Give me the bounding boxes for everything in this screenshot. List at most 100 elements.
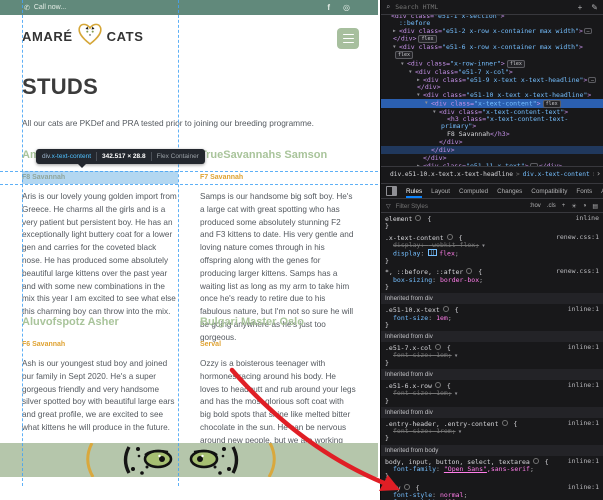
selector-highlighter-icon[interactable] xyxy=(404,484,410,490)
search-html-input[interactable] xyxy=(393,2,568,12)
filter-icon: ▽ xyxy=(386,203,391,210)
flex-badge[interactable]: flex xyxy=(395,51,413,59)
open-brace: { xyxy=(423,215,431,223)
flex-badge[interactable]: flex xyxy=(543,100,561,108)
css-property[interactable]: display: -webkit-flex;▼ xyxy=(381,242,603,249)
overridden-filter-icon[interactable]: ▼ xyxy=(455,392,458,397)
tab-changes[interactable]: Changes xyxy=(497,184,522,198)
selector-highlighter-icon[interactable] xyxy=(435,382,441,388)
print-sim-icon[interactable]: ▤ xyxy=(592,203,598,210)
plus-icon[interactable]: + xyxy=(578,3,583,12)
markup-row[interactable]: ▼<div class="e51-6 x-row x-container max… xyxy=(381,44,603,60)
markup-token: </h3> xyxy=(490,130,510,138)
browser-viewport: ✆ Call now... f ◎ AMARÉ CATS xyxy=(0,0,378,500)
tab-fonts[interactable]: Fonts xyxy=(576,184,592,198)
rule-source-link[interactable]: inline xyxy=(576,215,599,222)
flex-badge[interactable]: flex xyxy=(507,60,525,68)
markup-token: > xyxy=(583,76,587,84)
light-scheme-icon[interactable]: ☀ xyxy=(571,203,576,210)
instagram-icon[interactable]: ◎ xyxy=(343,3,350,12)
add-rule-button[interactable]: + xyxy=(562,203,566,209)
markup-row[interactable]: ▶<div class="e51-2 x-row x-container max… xyxy=(381,28,603,44)
css-rule: inline:1.e51-10.x-text {font-size: 1em;} xyxy=(381,305,603,330)
selector-highlighter-icon[interactable] xyxy=(533,458,539,464)
markup-token: </div> xyxy=(393,35,416,43)
open-brace: { xyxy=(451,306,459,314)
overridden-filter-icon[interactable]: ▼ xyxy=(482,244,485,249)
property-semicolon: ; xyxy=(448,314,452,322)
css-property[interactable]: font-size: 1em;▼ xyxy=(381,352,603,359)
css-property[interactable]: font-size: 1em; xyxy=(381,315,603,322)
markup-row[interactable]: </div> xyxy=(381,146,603,154)
inspector-infobar: div.x-text-content 342.517 × 28.8 Flex C… xyxy=(36,149,205,164)
breadcrumb-scroll-right-icon[interactable]: › xyxy=(594,168,603,179)
css-property[interactable]: font-size: 1rem;▼ xyxy=(381,428,603,435)
markup-row[interactable]: F8 Savannah</h3> xyxy=(381,131,603,139)
tab-layout[interactable]: Layout xyxy=(431,184,450,198)
markup-token: </div> xyxy=(431,146,454,154)
facebook-icon[interactable]: f xyxy=(327,3,330,12)
logo-text-left: AMARÉ xyxy=(22,29,73,44)
flex-toggle-icon[interactable] xyxy=(428,249,437,256)
selector-highlighter-icon[interactable] xyxy=(435,344,441,350)
selector-highlighter-icon[interactable] xyxy=(466,268,472,274)
markup-token: > xyxy=(579,43,583,51)
css-property[interactable]: font-family: "Open Sans",sans-serif; xyxy=(381,466,603,473)
selector-highlighter-icon[interactable] xyxy=(502,420,508,426)
collapsed-ellipsis[interactable]: … xyxy=(588,77,596,83)
hamburger-menu-button[interactable] xyxy=(337,28,359,49)
site-logo[interactable]: AMARÉ CATS xyxy=(22,22,144,51)
css-property[interactable]: display: flex; xyxy=(381,249,603,258)
selector-highlighter-icon[interactable] xyxy=(415,215,421,221)
markup-token: "e51-1 x-section" xyxy=(434,15,501,20)
markup-row[interactable]: </div> xyxy=(381,139,603,147)
rule-source-link[interactable]: inline:1 xyxy=(568,382,599,389)
rule-source-link[interactable]: renew.css:1 xyxy=(556,234,599,241)
tab-computed[interactable]: Computed xyxy=(459,184,488,198)
filter-styles-input[interactable] xyxy=(394,202,527,211)
rule-source-link[interactable]: inline:1 xyxy=(568,344,599,351)
flex-badge[interactable]: flex xyxy=(418,35,436,43)
breadcrumb-item[interactable]: div.x-text-content xyxy=(523,171,590,178)
css-property[interactable]: font-size: 1em;▼ xyxy=(381,390,603,397)
markup-token: <div class= xyxy=(439,108,482,116)
markup-row[interactable]: <h3 class="x-text-content-text-primary"> xyxy=(381,116,603,131)
rule-source-link[interactable]: inline:1 xyxy=(568,484,599,491)
markup-token: "e51-6 x-row x-container max width" xyxy=(442,43,579,51)
markup-row[interactable]: ▼<div class="e51-10 x-text x-text-headli… xyxy=(381,91,603,99)
property-colon: : xyxy=(420,250,428,258)
overlay-guide-horizontal-top xyxy=(0,171,378,172)
call-now-link[interactable]: ✆ Call now... xyxy=(24,4,66,12)
selector-highlighter-icon[interactable] xyxy=(447,234,453,240)
overridden-filter-icon[interactable]: ▼ xyxy=(459,430,462,435)
property-value: 1rem xyxy=(436,427,452,435)
markup-token: "e51-9 x-text x-text-headline" xyxy=(466,76,583,84)
markup-token: > xyxy=(501,60,505,68)
rule-source-link[interactable]: inline:1 xyxy=(568,458,599,465)
rule-source-link[interactable]: inline:1 xyxy=(568,306,599,313)
breadcrumb-item[interactable]: div.e51-10.x-text.x-text-headline xyxy=(390,171,513,178)
overridden-filter-icon[interactable]: ▼ xyxy=(455,354,458,359)
close-brace: } xyxy=(381,360,603,368)
property-semicolon: ; xyxy=(448,351,452,359)
class-toggle[interactable]: .cls xyxy=(547,203,556,209)
collapsed-ellipsis[interactable]: … xyxy=(584,28,592,34)
selector-highlighter-icon[interactable] xyxy=(443,306,449,312)
css-property[interactable]: box-sizing: border-box; xyxy=(381,277,603,284)
rule-selector-row[interactable]: inline element { xyxy=(381,214,603,223)
tab-rules[interactable]: Rules xyxy=(406,184,422,198)
rule-selector: element xyxy=(385,215,412,223)
dark-scheme-icon[interactable]: ◑ xyxy=(583,203,587,209)
close-brace: } xyxy=(381,398,603,406)
rule-source-link[interactable]: inline:1 xyxy=(568,420,599,427)
pen-icon[interactable]: ✎ xyxy=(591,3,598,12)
property-colon: : xyxy=(428,427,436,435)
sidebar-tabs: Rules Layout Computed Changes Compatibility F… xyxy=(381,183,603,199)
markup-token: F8 Savannah xyxy=(447,130,490,138)
markup-row[interactable]: ▶<div class="e51-9 x-text x-text-headlin… xyxy=(381,76,603,91)
markup-token: ::before xyxy=(399,19,430,27)
pane-toggle-icon[interactable] xyxy=(386,186,397,196)
rule-source-link[interactable]: renew.css:1 xyxy=(556,268,599,275)
tab-compatibility[interactable]: Compatibility xyxy=(531,184,567,198)
hover-pseudo-toggle[interactable]: :hov xyxy=(529,203,540,209)
